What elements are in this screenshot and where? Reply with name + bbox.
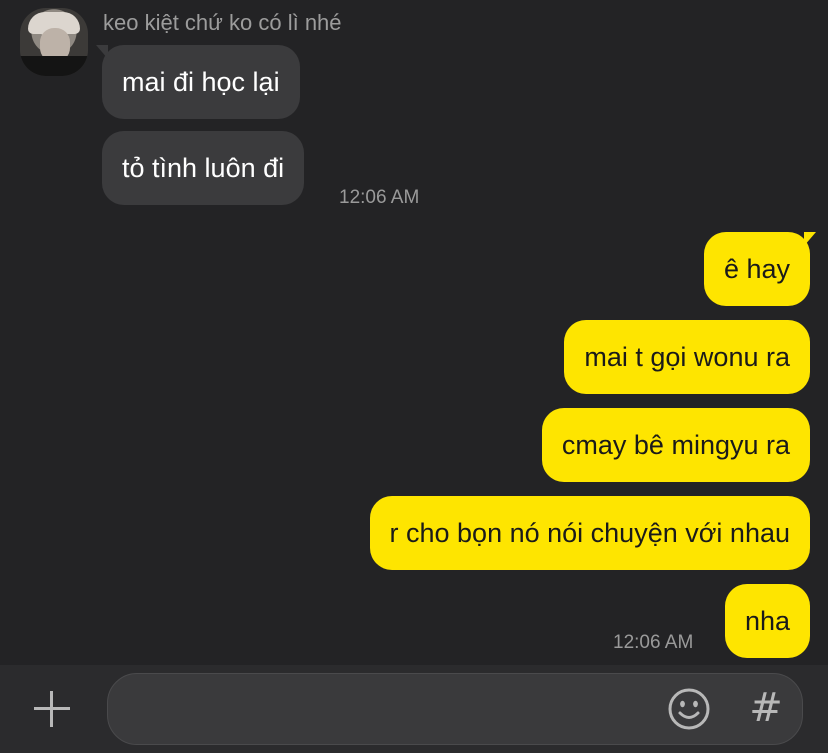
outgoing-message[interactable]: r cho bọn nó nói chuyện với nhau — [369, 496, 810, 570]
plus-icon[interactable] — [30, 687, 74, 731]
outgoing-message[interactable]: cmay bê mingyu ra — [541, 408, 810, 482]
outgoing-message[interactable]: nha — [724, 584, 810, 658]
incoming-message[interactable]: tỏ tình luôn đi — [102, 131, 305, 205]
outgoing-timestamp: 12:06 AM — [613, 632, 694, 653]
avatar-jacket — [20, 56, 88, 76]
outgoing-message[interactable]: mai t gọi wonu ra — [564, 320, 810, 394]
chat-area: keo kiệt chứ ko có lì nhé mai đi học lại… — [0, 0, 828, 665]
sender-avatar[interactable] — [20, 8, 88, 76]
sender-name: keo kiệt chứ ko có lì nhé — [103, 10, 342, 35]
incoming-timestamp: 12:06 AM — [339, 187, 420, 208]
message-field[interactable]: # — [107, 673, 803, 746]
outgoing-message[interactable]: ê hay — [703, 232, 817, 306]
hash-icon[interactable]: # — [746, 682, 786, 734]
input-bar: # — [0, 665, 828, 753]
message-input[interactable] — [128, 674, 652, 746]
smiley-icon[interactable] — [666, 686, 712, 732]
incoming-message[interactable]: mai đi học lại — [96, 45, 300, 119]
